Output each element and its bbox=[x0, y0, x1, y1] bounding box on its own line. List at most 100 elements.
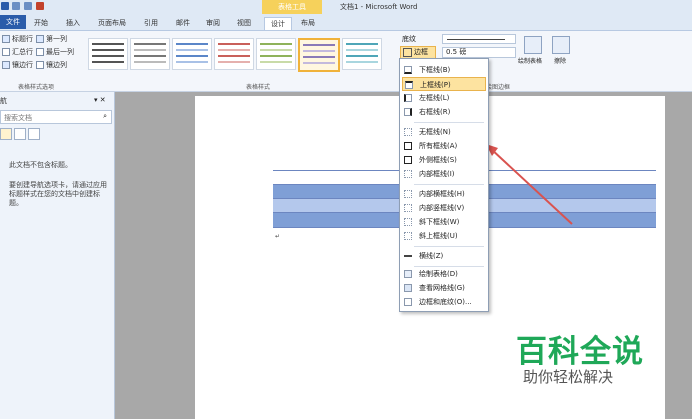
border-icon bbox=[403, 47, 412, 57]
menu-item-label: 外侧框线(S) bbox=[419, 156, 457, 164]
menu-item-left-border[interactable]: 左框线(L) bbox=[402, 91, 486, 105]
menu-item-view-gridlines[interactable]: 查看网格线(G) bbox=[402, 281, 486, 295]
nav-search-input[interactable]: 搜索文档 ⌕ bbox=[0, 110, 112, 124]
inside-borders-icon bbox=[404, 170, 412, 178]
eraser-icon[interactable] bbox=[552, 36, 570, 54]
menu-item-label: 内部框线(I) bbox=[419, 170, 455, 178]
option-banded-rows[interactable]: 镶边行 bbox=[2, 60, 33, 70]
line-style-select[interactable] bbox=[442, 34, 516, 44]
menu-item-label: 左框线(L) bbox=[419, 94, 450, 102]
draw-table-button[interactable]: 绘制表格 bbox=[518, 56, 542, 65]
option-last-column[interactable]: 最后一列 bbox=[36, 47, 74, 57]
checkbox-icon[interactable] bbox=[36, 48, 44, 56]
menu-item-borders-shading[interactable]: 边框和底纹(O)... bbox=[402, 295, 486, 309]
tab-home[interactable]: 开始 bbox=[30, 17, 52, 29]
option-label: 最后一列 bbox=[46, 48, 74, 56]
tab-view[interactable]: 视图 bbox=[233, 17, 255, 29]
tab-design[interactable]: 设计 bbox=[264, 17, 292, 30]
nav-dropdown-icon[interactable]: ▾ ✕ bbox=[94, 96, 106, 104]
save-icon[interactable] bbox=[1, 2, 9, 10]
borders-label: 边框 bbox=[414, 48, 428, 56]
top-border-icon bbox=[405, 81, 413, 89]
font-color-icon[interactable] bbox=[36, 2, 44, 10]
left-border-icon bbox=[404, 94, 412, 102]
all-borders-icon bbox=[404, 142, 412, 150]
menu-item-diagonal-down[interactable]: 斜下框线(W) bbox=[402, 215, 486, 229]
table-style-thumb[interactable] bbox=[342, 38, 382, 70]
menu-separator bbox=[414, 122, 484, 123]
paragraph-mark: ↵ bbox=[275, 233, 281, 240]
eraser-button[interactable]: 擦除 bbox=[554, 56, 566, 65]
menu-item-label: 无框线(N) bbox=[419, 128, 451, 136]
table-style-thumb[interactable] bbox=[172, 38, 212, 70]
menu-item-label: 绘制表格(D) bbox=[419, 270, 458, 278]
tab-file[interactable]: 文件 bbox=[0, 15, 26, 29]
menu-separator bbox=[414, 184, 484, 185]
shading-label: 底纹 bbox=[402, 35, 416, 43]
annotation-arrow bbox=[486, 144, 573, 225]
menu-item-label: 斜上框线(U) bbox=[419, 232, 458, 240]
checkbox-icon[interactable] bbox=[36, 61, 44, 69]
menu-item-label: 查看网格线(G) bbox=[419, 284, 465, 292]
checkbox-icon[interactable] bbox=[2, 35, 10, 43]
tab-layout[interactable]: 布局 bbox=[296, 17, 320, 29]
table-style-thumb[interactable] bbox=[88, 38, 128, 70]
menu-separator bbox=[414, 246, 484, 247]
option-banded-columns[interactable]: 镶边列 bbox=[36, 60, 67, 70]
pen-weight-select[interactable]: 0.5 磅 bbox=[442, 47, 516, 58]
menu-item-label: 边框和底纹(O)... bbox=[419, 298, 472, 306]
menu-item-label: 下框线(B) bbox=[419, 66, 451, 74]
undo-icon[interactable] bbox=[12, 2, 20, 10]
group-label-style-options: 表格样式选项 bbox=[18, 84, 55, 91]
nav-tab-results[interactable] bbox=[28, 128, 40, 140]
nav-tab-pages[interactable] bbox=[14, 128, 26, 140]
draw-table-icon bbox=[404, 270, 412, 278]
menu-item-bottom-border[interactable]: 下框线(B) bbox=[402, 63, 486, 77]
checkbox-icon[interactable] bbox=[2, 61, 10, 69]
tab-mailings[interactable]: 邮件 bbox=[172, 17, 194, 29]
menu-item-horizontal-line[interactable]: 横线(Z) bbox=[402, 249, 486, 263]
menu-item-label: 内部横框线(H) bbox=[419, 190, 465, 198]
table-style-thumb-selected[interactable] bbox=[298, 38, 340, 72]
menu-item-inside-horizontal[interactable]: 内部横框线(H) bbox=[402, 187, 486, 201]
draw-table-icon[interactable] bbox=[524, 36, 542, 54]
bottom-border-icon bbox=[404, 66, 412, 74]
option-total-row[interactable]: 汇总行 bbox=[2, 47, 33, 57]
search-icon[interactable]: ⌕ bbox=[103, 112, 107, 121]
tab-insert[interactable]: 插入 bbox=[62, 17, 84, 29]
tab-review[interactable]: 审阅 bbox=[202, 17, 224, 29]
menu-item-diagonal-up[interactable]: 斜上框线(U) bbox=[402, 229, 486, 243]
tab-references[interactable]: 引用 bbox=[140, 17, 162, 29]
menu-item-inside-vertical[interactable]: 内部竖框线(V) bbox=[402, 201, 486, 215]
menu-item-top-border[interactable]: 上框线(P) bbox=[402, 77, 486, 91]
menu-item-label: 内部竖框线(V) bbox=[419, 204, 465, 212]
group-label-draw-borders: 绘图边框 bbox=[486, 84, 511, 91]
table-style-thumb[interactable] bbox=[214, 38, 254, 70]
menu-item-inside-borders[interactable]: 内部框线(I) bbox=[402, 167, 486, 181]
menu-item-label: 右框线(R) bbox=[419, 108, 451, 116]
checkbox-icon[interactable] bbox=[2, 48, 10, 56]
shading-button[interactable]: 底纹 bbox=[402, 34, 416, 44]
table-style-thumb[interactable] bbox=[130, 38, 170, 70]
no-border-icon bbox=[404, 128, 412, 136]
nav-tab-headings[interactable] bbox=[0, 128, 12, 140]
option-first-column[interactable]: 第一列 bbox=[36, 34, 67, 44]
menu-item-no-border[interactable]: 无框线(N) bbox=[402, 125, 486, 139]
redo-icon[interactable] bbox=[24, 2, 32, 10]
checkbox-icon[interactable] bbox=[36, 35, 44, 43]
diagonal-up-icon bbox=[404, 232, 412, 240]
nav-pane-title: 航 bbox=[0, 97, 7, 105]
table-style-thumb[interactable] bbox=[256, 38, 296, 70]
option-label: 标题行 bbox=[12, 35, 33, 43]
menu-item-outside-borders[interactable]: 外侧框线(S) bbox=[402, 153, 486, 167]
pen-weight-value: 0.5 磅 bbox=[446, 48, 467, 56]
navigation-pane bbox=[0, 92, 115, 419]
option-header-row[interactable]: 标题行 bbox=[2, 34, 33, 44]
tab-page-layout[interactable]: 页面布局 bbox=[94, 17, 130, 29]
option-label: 第一列 bbox=[46, 35, 67, 43]
menu-item-draw-table[interactable]: 绘制表格(D) bbox=[402, 267, 486, 281]
menu-item-all-borders[interactable]: 所有框线(A) bbox=[402, 139, 486, 153]
menu-item-right-border[interactable]: 右框线(R) bbox=[402, 105, 486, 119]
option-label: 镶边列 bbox=[46, 61, 67, 69]
borders-shading-icon bbox=[404, 298, 412, 306]
